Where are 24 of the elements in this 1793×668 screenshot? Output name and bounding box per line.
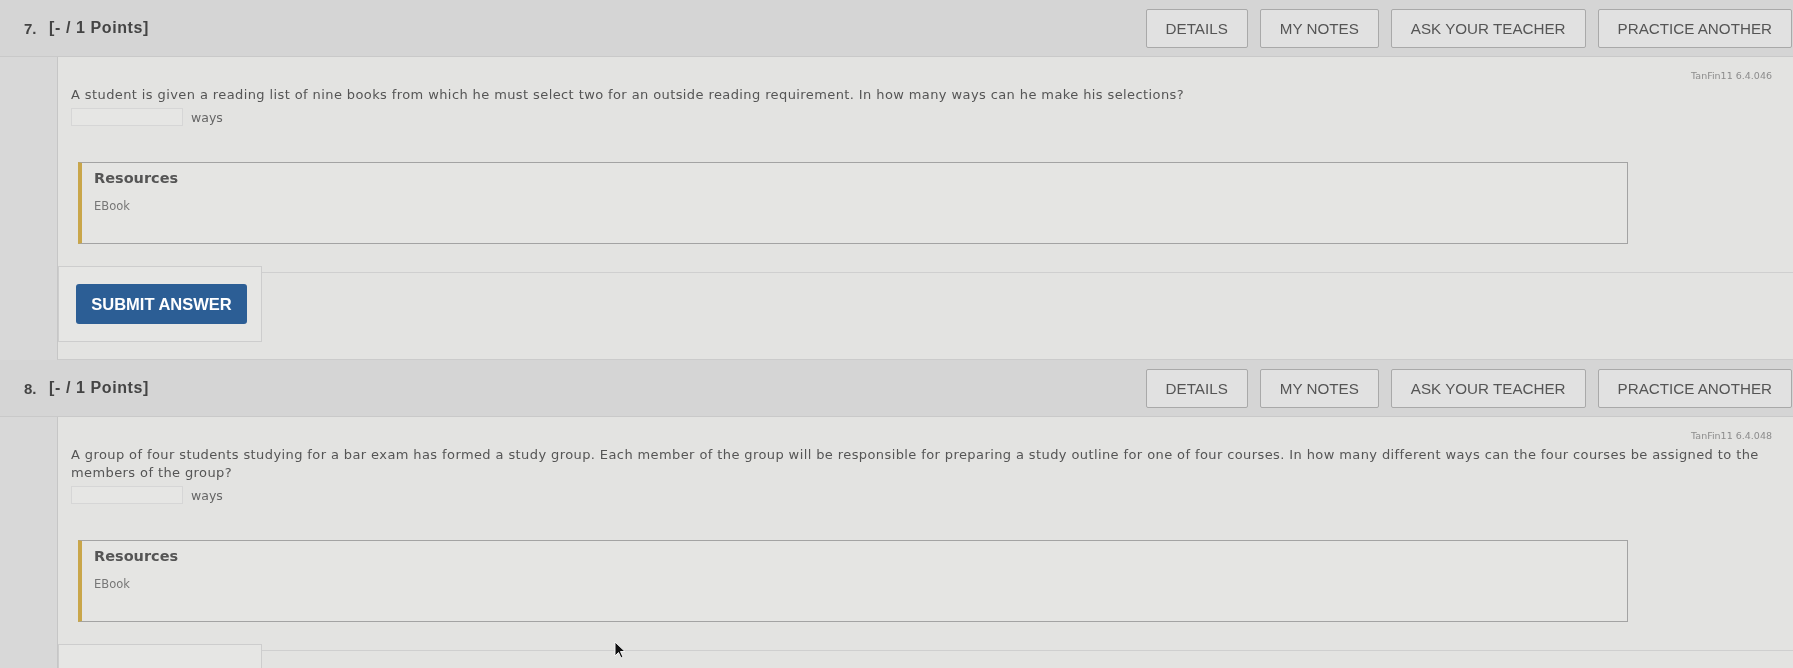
question-action-button[interactable]: DETAILS <box>1145 8 1248 48</box>
question-action-button[interactable]: MY NOTES <box>1259 368 1379 408</box>
answer-unit: ways <box>191 487 223 503</box>
resources-title: Resources <box>94 548 180 564</box>
answer-unit: ways <box>191 109 223 125</box>
question-number: 8. <box>24 379 38 397</box>
question-text: A student is given a reading list of nine books from which he must select two for an outside reading requirement. In how many ways can he make his selections? <box>71 86 1186 104</box>
source-code: TanFin11 6.4.048 <box>1691 430 1772 441</box>
points-label: [- / 1 Points] <box>49 379 149 397</box>
ebook-link[interactable]: EBook <box>94 577 130 591</box>
question-action-button[interactable]: ASK YOUR TEACHER <box>1390 8 1586 48</box>
question-action-button[interactable]: PRACTICE ANOTHER <box>1597 368 1792 408</box>
question-action-button[interactable]: MY NOTES <box>1259 8 1379 48</box>
points-label: [- / 1 Points] <box>49 19 149 37</box>
question-text: A group of four students studying for a bar exam has formed a study group. Each member of the group will be responsible for preparing a study outline for one of four courses. In how many different ways can the four courses be assigned to the members of the group? <box>71 446 1760 482</box>
cursor-icon <box>614 641 626 659</box>
source-code: TanFin11 6.4.046 <box>1691 70 1772 81</box>
question-action-button[interactable]: ASK YOUR TEACHER <box>1390 368 1586 408</box>
question-number: 7. <box>24 19 38 37</box>
submit-answer-button[interactable]: SUBMIT ANSWER <box>76 284 247 324</box>
ebook-link[interactable]: EBook <box>94 199 130 213</box>
resources-title: Resources <box>94 170 180 186</box>
question-action-button[interactable]: PRACTICE ANOTHER <box>1597 8 1792 48</box>
question-action-button[interactable]: DETAILS <box>1145 368 1248 408</box>
